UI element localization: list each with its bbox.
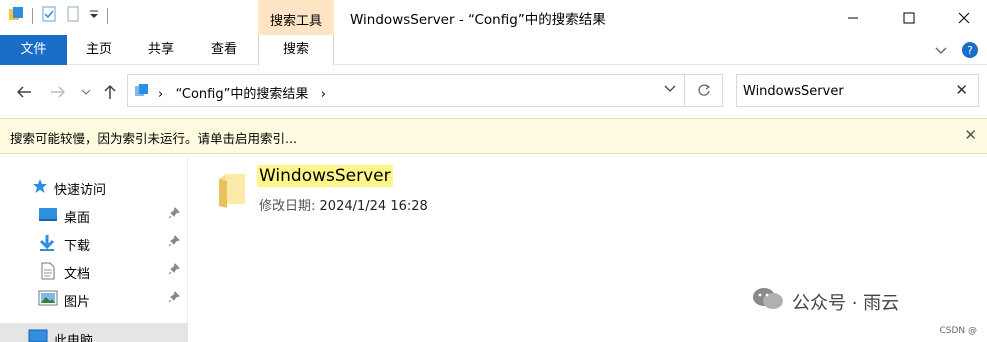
- maximize-icon: [903, 12, 915, 23]
- nav-this-pc-label: 此电脑: [54, 334, 94, 342]
- toolbar-separator: [107, 8, 108, 24]
- address-dropdown-button[interactable]: [664, 83, 676, 98]
- path-separator: ›: [158, 87, 164, 102]
- path-text[interactable]: “Config”中的搜索结果: [176, 87, 309, 102]
- watermark-text: 公众号 · 雨云: [792, 292, 900, 314]
- properties-icon[interactable]: [41, 6, 57, 26]
- expand-ribbon-icon[interactable]: [935, 45, 947, 60]
- result-meta: 修改日期: 2024/1/24 16:28: [259, 195, 428, 214]
- new-folder-icon[interactable]: [65, 6, 81, 26]
- nav-quick-access-label: 快速访问: [54, 183, 107, 198]
- forward-arrow-icon: [51, 86, 66, 98]
- address-row: › “Config”中的搜索结果 › ✕: [0, 66, 987, 118]
- csdn-credit: CSDN @: [939, 326, 977, 336]
- up-arrow-icon: [104, 84, 116, 99]
- title-bar: 搜索工具 WindowsServer - “Config”中的搜索结果: [0, 0, 987, 35]
- clear-search-icon[interactable]: ✕: [955, 81, 968, 99]
- navigation-pane: 快速访问 桌面 下载 文档 图片 此电脑: [0, 155, 188, 342]
- result-name[interactable]: WindowsServer: [257, 165, 393, 187]
- address-path[interactable]: › “Config”中的搜索结果 ›: [158, 83, 326, 102]
- nav-item-label: 文档: [64, 267, 91, 282]
- window-title: WindowsServer - “Config”中的搜索结果: [350, 12, 606, 28]
- toolbar-separator: [32, 8, 33, 24]
- nav-quick-access[interactable]: 快速访问: [0, 173, 188, 201]
- chevron-down-icon: [81, 89, 91, 95]
- wechat-icon: [752, 286, 784, 317]
- refresh-icon: [697, 83, 710, 96]
- search-tools-label: 搜索工具: [269, 14, 322, 29]
- info-bar: 搜索可能较慢，因为索引未运行。请单击启用索引... ✕: [0, 118, 987, 154]
- minimize-button[interactable]: [830, 0, 876, 35]
- pin-icon: [168, 263, 180, 279]
- search-location-icon: [134, 82, 150, 102]
- nav-item-this-pc[interactable]: 此电脑: [0, 323, 188, 342]
- dismiss-infobar-icon[interactable]: ✕: [964, 126, 977, 144]
- ribbon-controls: ?: [935, 41, 979, 63]
- chevron-down-icon: [664, 85, 676, 92]
- nav-item-label: 桌面: [64, 211, 91, 226]
- ribbon-tabs: 文件 主页 共享 查看 搜索 ?: [0, 35, 987, 66]
- tab-view[interactable]: 查看: [203, 35, 245, 65]
- pin-icon: [168, 207, 180, 223]
- watermark: 公众号 · 雨云: [752, 286, 899, 317]
- tab-home[interactable]: 主页: [78, 35, 120, 65]
- close-button[interactable]: [941, 0, 987, 35]
- pin-icon: [168, 291, 180, 307]
- search-tools-header: 搜索工具: [258, 0, 334, 35]
- download-icon: [38, 234, 56, 256]
- quick-access-toolbar: [8, 6, 108, 26]
- path-chevron[interactable]: ›: [321, 87, 326, 102]
- back-button[interactable]: [14, 82, 34, 102]
- address-bar[interactable]: › “Config”中的搜索结果 ›: [127, 74, 723, 107]
- computer-icon: [28, 329, 48, 342]
- nav-item-desktop[interactable]: 桌面: [0, 201, 188, 229]
- explorer-app-icon: [8, 6, 24, 26]
- recent-locations-button[interactable]: [76, 82, 96, 102]
- tab-file[interactable]: 文件: [0, 35, 67, 65]
- back-arrow-icon: [16, 86, 31, 98]
- modified-label: 修改日期:: [259, 199, 316, 214]
- nav-item-label: 图片: [64, 295, 91, 310]
- close-icon: [958, 12, 970, 23]
- search-result-item[interactable]: WindowsServer 修改日期: 2024/1/24 16:28: [213, 165, 428, 215]
- index-warning-message[interactable]: 搜索可能较慢，因为索引未运行。请单击启用索引...: [10, 128, 297, 147]
- help-icon[interactable]: ?: [961, 41, 979, 63]
- refresh-button[interactable]: [684, 75, 722, 106]
- document-icon: [40, 262, 56, 284]
- modified-value: 2024/1/24 16:28: [319, 199, 428, 214]
- up-button[interactable]: [100, 82, 120, 102]
- nav-item-pictures[interactable]: 图片: [0, 285, 188, 313]
- pictures-icon: [38, 290, 58, 310]
- folder-icon: [217, 171, 247, 213]
- desktop-icon: [38, 206, 58, 226]
- tab-search[interactable]: 搜索: [258, 35, 334, 66]
- forward-button[interactable]: [48, 82, 68, 102]
- nav-item-label: 下载: [64, 239, 91, 254]
- tab-share[interactable]: 共享: [140, 35, 182, 65]
- search-input[interactable]: [743, 81, 943, 101]
- customize-toolbar-icon[interactable]: [89, 8, 99, 24]
- maximize-button[interactable]: [886, 0, 932, 35]
- nav-item-downloads[interactable]: 下载: [0, 229, 188, 257]
- search-box[interactable]: ✕: [736, 74, 979, 107]
- pin-icon: [168, 235, 180, 251]
- star-icon: [32, 178, 48, 198]
- minimize-icon: [848, 17, 858, 18]
- svg-text:?: ?: [967, 44, 973, 57]
- nav-item-documents[interactable]: 文档: [0, 257, 188, 285]
